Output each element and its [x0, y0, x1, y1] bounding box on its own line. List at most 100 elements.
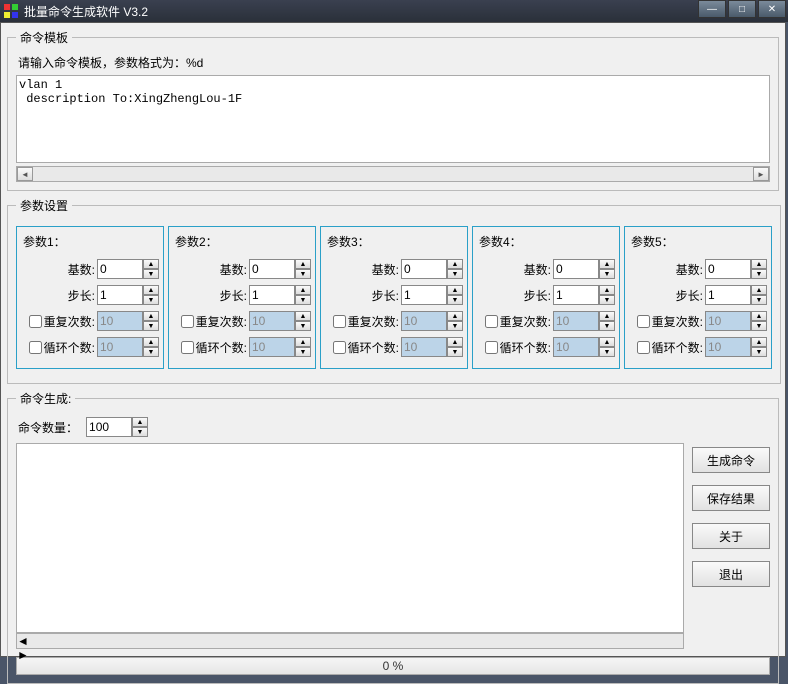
- loop-spinner[interactable]: ▲▼: [401, 337, 463, 357]
- repeat-input[interactable]: [97, 311, 143, 331]
- spin-down-icon[interactable]: ▼: [143, 295, 159, 305]
- spin-up-icon[interactable]: ▲: [751, 337, 767, 347]
- spin-down-icon[interactable]: ▼: [295, 269, 311, 279]
- spin-up-icon[interactable]: ▲: [143, 311, 159, 321]
- spin-up-icon[interactable]: ▲: [751, 311, 767, 321]
- template-textarea[interactable]: [16, 75, 770, 163]
- repeat-spinner[interactable]: ▲▼: [553, 311, 615, 331]
- spin-up-icon[interactable]: ▲: [447, 259, 463, 269]
- base-input[interactable]: [705, 259, 751, 279]
- repeat-input[interactable]: [401, 311, 447, 331]
- repeat-spinner[interactable]: ▲▼: [97, 311, 159, 331]
- spin-up-icon[interactable]: ▲: [599, 337, 615, 347]
- spin-up-icon[interactable]: ▲: [295, 285, 311, 295]
- loop-spinner[interactable]: ▲▼: [705, 337, 767, 357]
- step-input[interactable]: [401, 285, 447, 305]
- step-spinner[interactable]: ▲▼: [705, 285, 767, 305]
- repeat-input[interactable]: [249, 311, 295, 331]
- spin-down-icon[interactable]: ▼: [295, 295, 311, 305]
- spin-up-icon[interactable]: ▲: [751, 285, 767, 295]
- loop-input[interactable]: [401, 337, 447, 357]
- repeat-checkbox[interactable]: [29, 315, 42, 328]
- count-spinner[interactable]: ▲▼: [86, 417, 148, 437]
- spin-up-icon[interactable]: ▲: [599, 285, 615, 295]
- step-input[interactable]: [249, 285, 295, 305]
- loop-input[interactable]: [97, 337, 143, 357]
- minimize-button[interactable]: —: [698, 0, 726, 18]
- spin-down-icon[interactable]: ▼: [447, 321, 463, 331]
- spin-down-icon[interactable]: ▼: [751, 321, 767, 331]
- repeat-input[interactable]: [553, 311, 599, 331]
- loop-spinner[interactable]: ▲▼: [249, 337, 311, 357]
- spin-up-icon[interactable]: ▲: [132, 417, 148, 427]
- spin-up-icon[interactable]: ▲: [599, 311, 615, 321]
- spin-up-icon[interactable]: ▲: [447, 311, 463, 321]
- loop-checkbox[interactable]: [181, 341, 194, 354]
- loop-input[interactable]: [553, 337, 599, 357]
- loop-input[interactable]: [705, 337, 751, 357]
- loop-input[interactable]: [249, 337, 295, 357]
- spin-down-icon[interactable]: ▼: [447, 347, 463, 357]
- spin-up-icon[interactable]: ▲: [143, 285, 159, 295]
- titlebar[interactable]: 批量命令生成软件 V3.2 — □ ✕: [0, 0, 788, 22]
- loop-checkbox[interactable]: [485, 341, 498, 354]
- spin-up-icon[interactable]: ▲: [447, 337, 463, 347]
- base-spinner[interactable]: ▲▼: [249, 259, 311, 279]
- spin-up-icon[interactable]: ▲: [143, 337, 159, 347]
- loop-checkbox[interactable]: [637, 341, 650, 354]
- repeat-spinner[interactable]: ▲▼: [705, 311, 767, 331]
- scroll-left-icon[interactable]: ◄: [17, 634, 683, 648]
- spin-down-icon[interactable]: ▼: [751, 295, 767, 305]
- step-input[interactable]: [705, 285, 751, 305]
- step-input[interactable]: [97, 285, 143, 305]
- loop-checkbox[interactable]: [333, 341, 346, 354]
- repeat-input[interactable]: [705, 311, 751, 331]
- close-button[interactable]: ✕: [758, 0, 786, 18]
- base-input[interactable]: [97, 259, 143, 279]
- spin-down-icon[interactable]: ▼: [295, 347, 311, 357]
- step-spinner[interactable]: ▲▼: [401, 285, 463, 305]
- spin-down-icon[interactable]: ▼: [132, 427, 148, 437]
- base-input[interactable]: [401, 259, 447, 279]
- repeat-spinner[interactable]: ▲▼: [249, 311, 311, 331]
- step-spinner[interactable]: ▲▼: [97, 285, 159, 305]
- step-spinner[interactable]: ▲▼: [249, 285, 311, 305]
- spin-down-icon[interactable]: ▼: [751, 269, 767, 279]
- spin-up-icon[interactable]: ▲: [599, 259, 615, 269]
- spin-down-icon[interactable]: ▼: [599, 295, 615, 305]
- spin-up-icon[interactable]: ▲: [295, 259, 311, 269]
- count-input[interactable]: [86, 417, 132, 437]
- spin-down-icon[interactable]: ▼: [751, 347, 767, 357]
- repeat-spinner[interactable]: ▲▼: [401, 311, 463, 331]
- spin-up-icon[interactable]: ▲: [295, 337, 311, 347]
- spin-up-icon[interactable]: ▲: [447, 285, 463, 295]
- step-input[interactable]: [553, 285, 599, 305]
- output-textarea[interactable]: [16, 443, 684, 633]
- loop-checkbox[interactable]: [29, 341, 42, 354]
- maximize-button[interactable]: □: [728, 0, 756, 18]
- save-button[interactable]: 保存结果: [692, 485, 770, 511]
- spin-down-icon[interactable]: ▼: [599, 347, 615, 357]
- repeat-checkbox[interactable]: [333, 315, 346, 328]
- step-spinner[interactable]: ▲▼: [553, 285, 615, 305]
- spin-up-icon[interactable]: ▲: [143, 259, 159, 269]
- generate-button[interactable]: 生成命令: [692, 447, 770, 473]
- base-input[interactable]: [249, 259, 295, 279]
- scroll-right-icon[interactable]: ►: [753, 167, 769, 181]
- spin-up-icon[interactable]: ▲: [295, 311, 311, 321]
- about-button[interactable]: 关于: [692, 523, 770, 549]
- spin-down-icon[interactable]: ▼: [447, 295, 463, 305]
- spin-down-icon[interactable]: ▼: [447, 269, 463, 279]
- repeat-checkbox[interactable]: [485, 315, 498, 328]
- base-input[interactable]: [553, 259, 599, 279]
- base-spinner[interactable]: ▲▼: [705, 259, 767, 279]
- exit-button[interactable]: 退出: [692, 561, 770, 587]
- spin-up-icon[interactable]: ▲: [751, 259, 767, 269]
- base-spinner[interactable]: ▲▼: [401, 259, 463, 279]
- spin-down-icon[interactable]: ▼: [599, 269, 615, 279]
- spin-down-icon[interactable]: ▼: [295, 321, 311, 331]
- repeat-checkbox[interactable]: [637, 315, 650, 328]
- base-spinner[interactable]: ▲▼: [553, 259, 615, 279]
- scroll-right-icon[interactable]: ►: [17, 648, 683, 662]
- loop-spinner[interactable]: ▲▼: [553, 337, 615, 357]
